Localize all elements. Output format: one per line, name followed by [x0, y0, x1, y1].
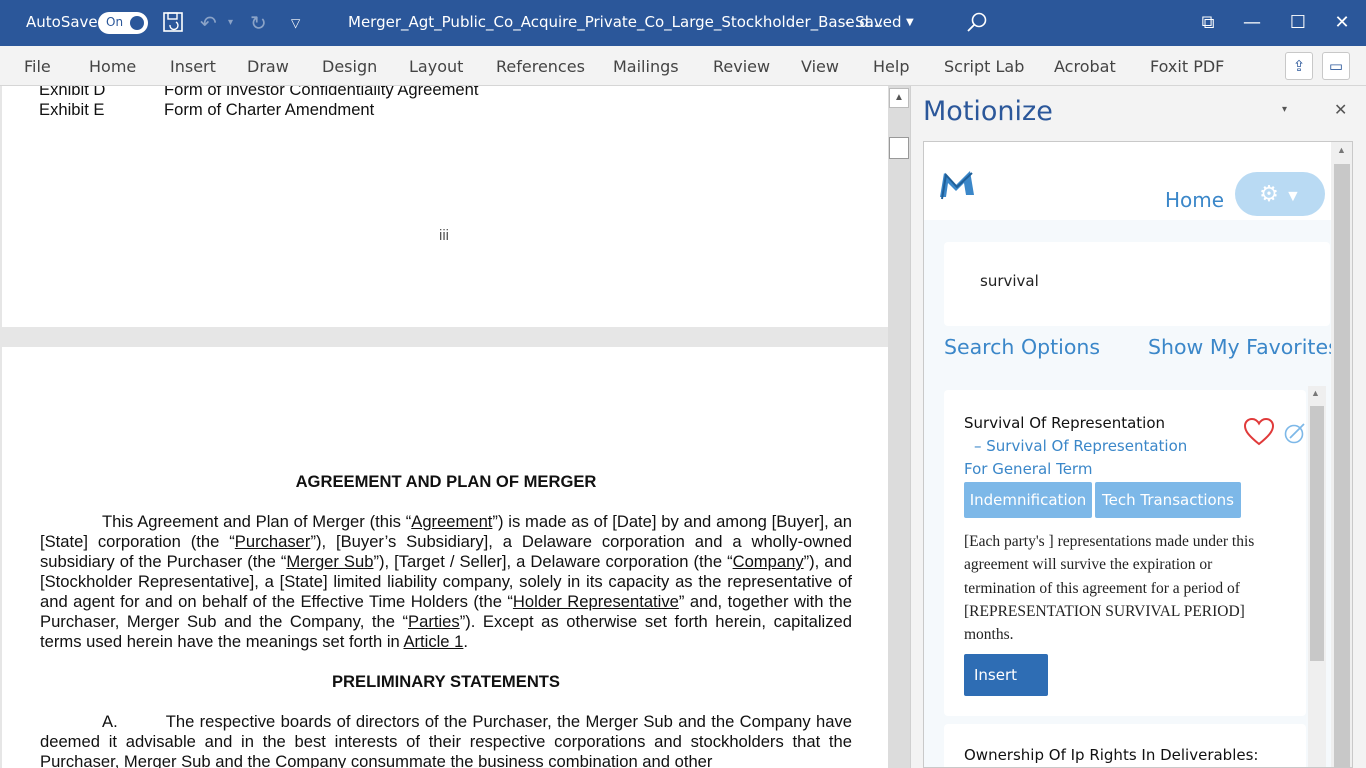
scroll-thumb[interactable] [889, 137, 909, 159]
save-icon[interactable] [162, 11, 184, 38]
defined-term: Purchaser [234, 532, 311, 551]
tab-help[interactable]: Help [873, 57, 909, 76]
clause-subtitle-link[interactable]: – Survival Of Representation [974, 437, 1187, 455]
tab-layout[interactable]: Layout [409, 57, 463, 76]
scroll-up-icon[interactable]: ▲ [1311, 388, 1320, 398]
clause-card: Survival Of Representation – Survival Of… [944, 390, 1306, 716]
pane-close-icon[interactable]: ✕ [1334, 100, 1347, 120]
close-icon[interactable]: ✕ [1322, 8, 1362, 38]
tag-tech-transactions[interactable]: Tech Transactions [1095, 482, 1241, 518]
document-canvas[interactable]: Exhibit D Form of Investor Confidentiali… [0, 86, 888, 768]
document-page: Exhibit D Form of Investor Confidentiali… [2, 86, 888, 327]
title-bar: AutoSave On ↶ ▾ ↻ ▽ Merger_Agt_Public_Co… [0, 0, 1366, 46]
search-options-link[interactable]: Search Options [944, 335, 1100, 359]
tab-references[interactable]: References [496, 57, 585, 76]
tab-mailings[interactable]: Mailings [613, 57, 679, 76]
save-status-dropdown-icon[interactable]: ▼ [906, 11, 914, 35]
results-scrollbar[interactable]: ▲ [1308, 386, 1326, 767]
exhibit-e-label: Exhibit E [39, 100, 105, 119]
clause-card: Ownership Of Ip Rights In Deliverables: [944, 724, 1306, 767]
preliminary-statements-heading: PRELIMINARY STATEMENTS [331, 672, 561, 691]
document-page: AGREEMENT AND PLAN OF MERGER This Agreem… [2, 347, 888, 768]
defined-term: Parties [408, 612, 460, 631]
tab-acrobat[interactable]: Acrobat [1054, 57, 1116, 76]
scroll-up-icon[interactable]: ▲ [889, 88, 909, 108]
addin-scrollbar[interactable]: ▲ [1331, 142, 1352, 767]
addin-header: Home ⚙ ▼ [924, 142, 1331, 220]
clause-term-link[interactable]: For General Term [964, 460, 1092, 478]
pane-options-icon[interactable]: ▾ [1282, 104, 1287, 115]
scroll-thumb[interactable] [1310, 406, 1324, 661]
search-box [944, 242, 1330, 326]
undo-dropdown-icon[interactable]: ▾ [228, 11, 233, 35]
clause-title: Ownership Of Ip Rights In Deliverables: [964, 746, 1259, 764]
tab-design[interactable]: Design [322, 57, 377, 76]
maximize-icon[interactable]: ☐ [1278, 8, 1318, 38]
clause-title: Survival Of Representation [964, 414, 1166, 432]
settings-menu-button[interactable]: ⚙ ▼ [1235, 172, 1325, 216]
tab-view[interactable]: View [801, 57, 839, 76]
tab-insert[interactable]: Insert [170, 57, 216, 76]
edit-icon[interactable] [1284, 422, 1306, 444]
customize-quick-access-icon[interactable]: ▽ [291, 11, 300, 35]
autosave-state: On [106, 15, 124, 29]
defined-term: Agreement [411, 512, 493, 531]
undo-icon[interactable]: ↶ [200, 11, 217, 35]
motionize-logo-icon [940, 171, 974, 200]
document-title[interactable]: Merger_Agt_Public_Co_Acquire_Private_Co_… [348, 13, 883, 31]
tab-review[interactable]: Review [713, 57, 770, 76]
defined-term: Company [732, 552, 804, 571]
tab-home[interactable]: Home [89, 57, 136, 76]
show-favorites-link[interactable]: Show My Favorites [1148, 335, 1339, 359]
comments-icon[interactable]: ▭ [1322, 52, 1350, 80]
autosave-label: AutoSave [26, 13, 98, 31]
pane-title: Motionize [923, 96, 1053, 127]
tab-foxit-pdf[interactable]: Foxit PDF [1150, 57, 1224, 76]
clause-text: [Each party's ] representations made und… [964, 533, 1255, 644]
scroll-up-icon[interactable]: ▲ [1337, 145, 1346, 155]
search-input[interactable] [980, 272, 1300, 290]
defined-term: Merger Sub [286, 552, 374, 571]
tag-indemnification[interactable]: Indemnification [964, 482, 1092, 518]
share-icon[interactable]: ⇪ [1285, 52, 1313, 80]
toggle-knob [130, 16, 144, 30]
search-icon[interactable] [966, 11, 988, 38]
minimize-icon[interactable]: — [1232, 8, 1272, 38]
motionize-addin: Home ⚙ ▼ Search Options Show My Favorite… [923, 141, 1353, 768]
autosave-toggle[interactable]: On [98, 12, 148, 34]
agreement-heading: AGREEMENT AND PLAN OF MERGER [295, 472, 597, 491]
exhibit-d-label: Exhibit D [39, 86, 106, 99]
ribbon-display-options-icon[interactable]: ⧉ [1188, 8, 1228, 38]
tab-file[interactable]: File [24, 57, 51, 76]
scroll-thumb[interactable] [1334, 164, 1350, 767]
chevron-down-icon: ▼ [1285, 188, 1301, 205]
tab-script-lab[interactable]: Script Lab [944, 57, 1024, 76]
opening-paragraph: This Agreement and Plan of Merger (this … [40, 512, 852, 651]
recital-a-paragraph: A. The respective boards of directors of… [40, 712, 852, 768]
task-pane: Motionize ▾ ✕ Home ⚙ ▼ Search Options Sh… [910, 86, 1366, 768]
favorite-heart-icon[interactable] [1244, 418, 1274, 446]
insert-button[interactable]: Insert [964, 654, 1048, 696]
defined-term: Holder Representative [512, 592, 679, 611]
save-status[interactable]: - Saved [845, 13, 902, 31]
cross-reference: Article 1 [403, 632, 464, 651]
redo-icon[interactable]: ↻ [250, 11, 267, 35]
exhibit-d-title: Form of Investor Confidentiality Agreeme… [164, 86, 479, 99]
gear-icon: ⚙ [1259, 181, 1279, 206]
page-number: iii [439, 227, 449, 244]
exhibit-e-title: Form of Charter Amendment [164, 100, 375, 119]
home-link[interactable]: Home [1165, 188, 1224, 212]
document-scrollbar[interactable]: ▲ [888, 86, 910, 768]
tab-draw[interactable]: Draw [247, 57, 289, 76]
ribbon-tabs: File Home Insert Draw Design Layout Refe… [0, 46, 1366, 86]
